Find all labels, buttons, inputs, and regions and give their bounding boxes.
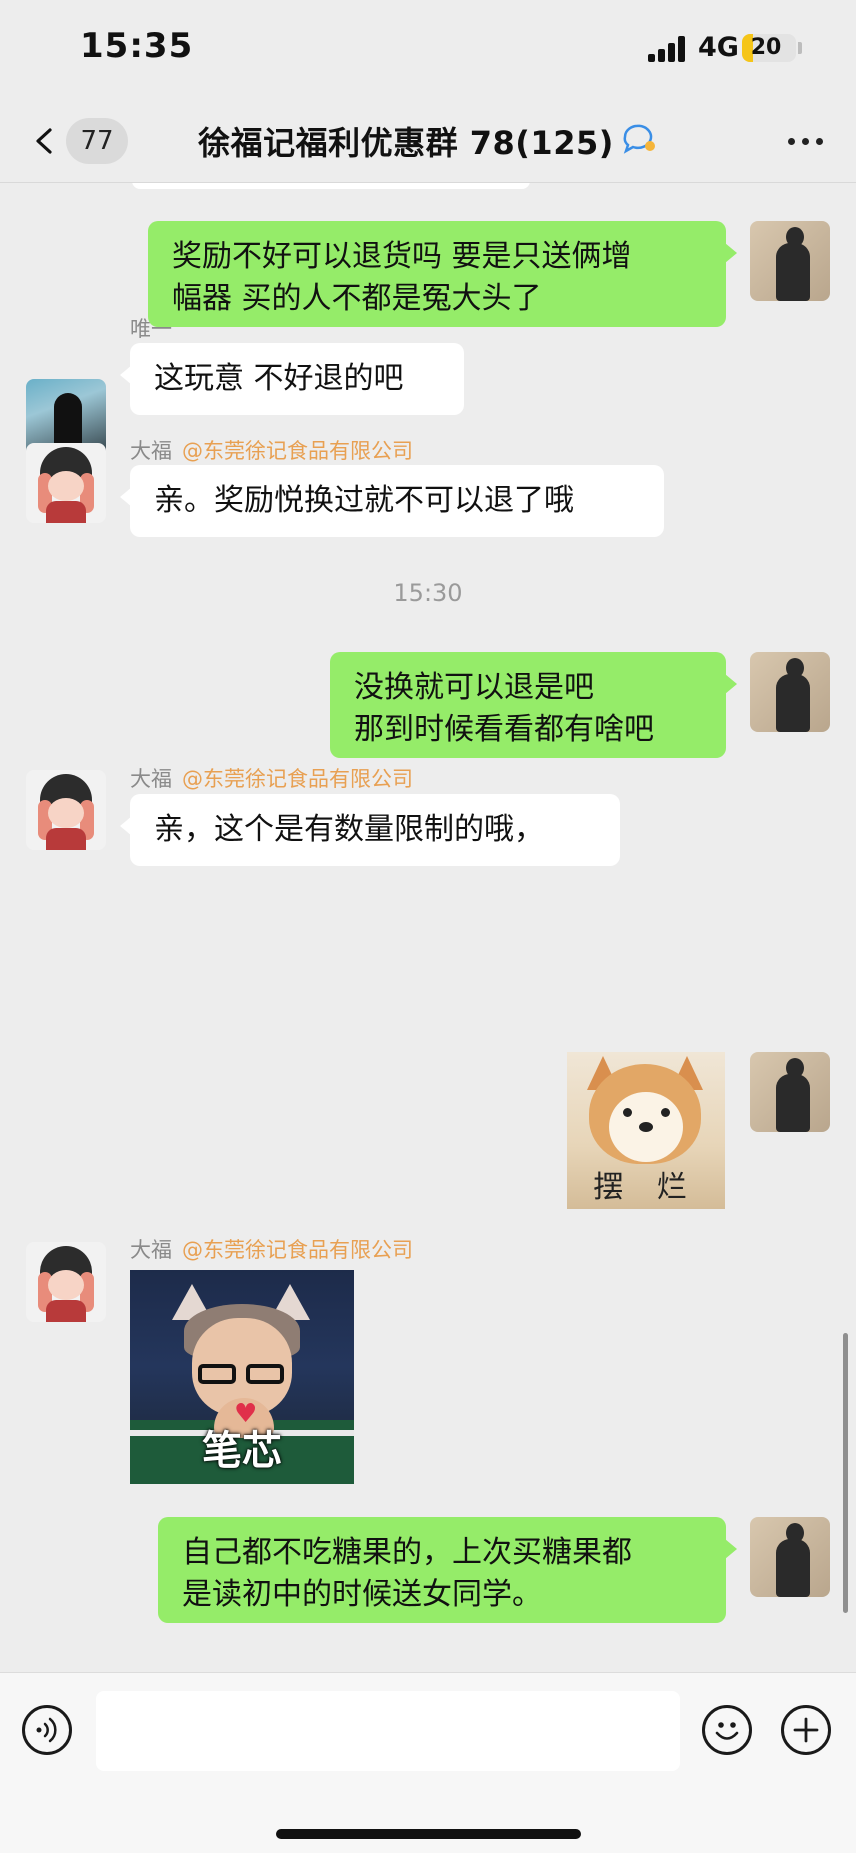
signal-icon (648, 36, 688, 62)
avatar-self[interactable] (750, 1517, 830, 1597)
network-type: 4G (698, 32, 739, 63)
message-bubble-incoming[interactable]: 亲。奖励悦换过就不可以退了哦 (120, 465, 664, 537)
doge-sticker[interactable]: 摆 烂 (567, 1052, 725, 1209)
unread-count-badge: 77 (66, 118, 128, 164)
message-bubble-incoming[interactable]: 这玩意 不好退的吧 (120, 343, 464, 415)
plus-circle-icon (793, 1717, 819, 1743)
nav-bar: 徐福记福利优惠群 78(125) 77 (0, 100, 856, 183)
chevron-left-icon (36, 128, 52, 154)
chat-bubble-icon (623, 124, 655, 154)
message-bubble-incoming[interactable]: 亲，这个是有数量限制的哦， (120, 794, 620, 866)
chat-title[interactable]: 徐福记福利优惠群 78(125) (198, 118, 614, 164)
sender-tag[interactable]: @东莞徐记食品有限公司 (182, 1238, 413, 1262)
partial-message-bubble (132, 183, 530, 189)
status-bar: 15:35 4G 20 (0, 0, 856, 100)
sender-name: 大福 @东莞徐记食品有限公司 (130, 767, 413, 791)
status-time: 15:35 (80, 26, 194, 66)
sender-name: 大福 @东莞徐记食品有限公司 (130, 439, 413, 463)
sticker-caption: 笔芯 (202, 1428, 282, 1474)
message-bubble-outgoing[interactable]: 自己都不吃糖果的，上次买糖果都 是读初中的时候送女同学。 (158, 1517, 737, 1623)
emoji-button[interactable] (702, 1705, 752, 1755)
sender-name: 唯一 (130, 317, 172, 341)
home-indicator[interactable] (276, 1829, 581, 1839)
heart-hands-sticker[interactable]: ♥ 笔芯 (130, 1270, 354, 1484)
plus-button[interactable] (781, 1705, 831, 1755)
avatar-self[interactable] (750, 652, 830, 732)
more-button[interactable] (786, 124, 826, 158)
message-bubble-outgoing[interactable]: 奖励不好可以退货吗 要是只送俩增 幅器 买的人不都是冤大头了 (148, 221, 737, 327)
message-bubble-outgoing[interactable]: 没换就可以退是吧 那到时候看看都有啥吧 (330, 652, 737, 758)
voice-input-button[interactable] (22, 1705, 72, 1755)
sender-tag[interactable]: @东莞徐记食品有限公司 (182, 439, 413, 463)
avatar-dafu[interactable] (26, 1242, 106, 1322)
battery-icon: 20 (742, 34, 796, 62)
message-timestamp: 15:30 (393, 579, 463, 607)
more-horizontal-icon (788, 138, 795, 145)
scrollbar[interactable] (843, 1333, 848, 1613)
input-bar (0, 1672, 856, 1853)
sender-tag[interactable]: @东莞徐记食品有限公司 (182, 767, 413, 791)
voice-input-icon (36, 1717, 57, 1743)
avatar-self[interactable] (750, 1052, 830, 1132)
avatar-dafu[interactable] (26, 770, 106, 850)
chat-message-list[interactable]: 奖励不好可以退货吗 要是只送俩增 幅器 买的人不都是冤大头了 唯一 这玩意 不好… (0, 183, 856, 1672)
avatar-self[interactable] (750, 221, 830, 301)
message-input[interactable] (96, 1691, 680, 1771)
sticker-caption: 摆 烂 (593, 1170, 699, 1205)
battery-cap (798, 42, 802, 54)
sender-name: 大福 @东莞徐记食品有限公司 (130, 1238, 413, 1262)
avatar-dafu[interactable] (26, 443, 106, 523)
back-button[interactable]: 77 (26, 114, 130, 168)
emoji-icon (715, 1722, 739, 1740)
battery-level: 20 (750, 35, 782, 60)
